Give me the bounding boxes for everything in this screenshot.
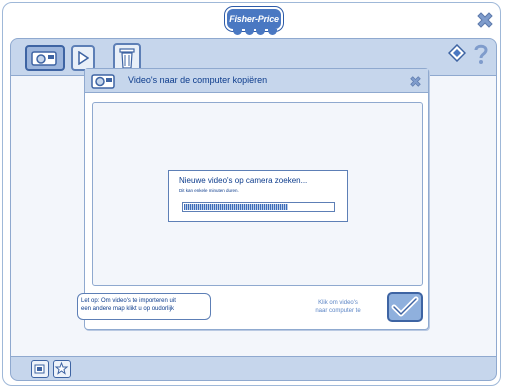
note-line-1: Let op: Om video's te importeren uit	[81, 298, 176, 304]
folder-button[interactable]	[31, 360, 49, 378]
hint-line-1: Klik om video's	[318, 300, 358, 306]
copy-videos-dialog: Video's naar de computer kopiëren Nieuwe…	[77, 68, 429, 330]
progress-fill	[184, 204, 289, 210]
folder-icon	[34, 364, 45, 374]
bottom-toolbar	[10, 356, 497, 381]
logo-scallops	[233, 29, 277, 35]
diamond-nav-icon[interactable]	[448, 44, 466, 62]
note-line-2: een andere map klikt u op oudorlijk	[81, 306, 175, 312]
hint-line-2: naar computer te	[315, 308, 361, 314]
camera-icon	[31, 51, 57, 66]
camera-button[interactable]	[25, 45, 65, 71]
trash-icon	[119, 48, 135, 69]
copy-hint: Klik om video's naar computer te	[293, 299, 383, 315]
help-icon[interactable]	[473, 43, 489, 65]
status-subtitle: Dit kan enkele minuten duren.	[179, 188, 239, 193]
favorites-button[interactable]	[53, 360, 71, 378]
status-title: Nieuwe video's op camera zoeken...	[179, 176, 308, 185]
search-status-box: Nieuwe video's op camera zoeken... Dit k…	[168, 170, 348, 222]
fisher-price-logo: Fisher-Price	[225, 7, 283, 31]
dialog-titlebar: Video's naar de computer kopiëren	[85, 69, 428, 93]
camera-icon	[91, 74, 115, 89]
dialog-content-panel: Nieuwe video's op camera zoeken... Dit k…	[92, 102, 423, 286]
dialog-title: Video's naar de computer kopiëren	[128, 75, 268, 85]
import-note: Let op: Om video's te importeren uit een…	[77, 293, 211, 320]
checkmark-icon	[391, 296, 419, 317]
confirm-button[interactable]	[387, 292, 423, 322]
star-icon	[54, 361, 69, 375]
close-icon[interactable]	[474, 9, 496, 31]
close-icon[interactable]	[408, 74, 423, 89]
progress-bar	[182, 202, 335, 212]
play-icon	[78, 51, 89, 65]
